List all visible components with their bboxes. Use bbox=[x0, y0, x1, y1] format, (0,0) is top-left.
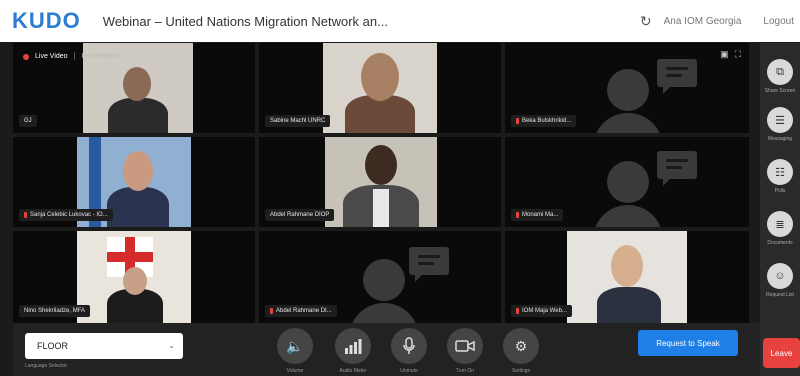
settings-gear-icon: ⚙ bbox=[503, 328, 539, 364]
user-name: Ana IOM Georgia bbox=[663, 15, 742, 27]
participant-name: GJ bbox=[24, 118, 32, 124]
chevron-down-icon: ⌄ bbox=[168, 341, 175, 350]
language-select[interactable]: FLOOR ⌄ bbox=[25, 333, 183, 359]
leave-button[interactable]: Leave bbox=[763, 338, 800, 368]
fullscreen-icon[interactable]: ⛶ bbox=[735, 49, 741, 60]
messaging-label: Messaging bbox=[767, 136, 793, 142]
video-grid: Live Video | Presentation GJ Sabine Mach… bbox=[13, 43, 749, 323]
participant-video bbox=[323, 43, 437, 133]
participant-name-tag: Beka Bulskhrikid... bbox=[511, 115, 577, 127]
video-tile[interactable]: ▣ ⛶ Beka Bulskhrikid... bbox=[505, 43, 749, 133]
participant-name: Monami Ma... bbox=[522, 212, 559, 218]
request-list-icon: ☺ bbox=[767, 263, 793, 289]
live-video-tab[interactable]: Live Video bbox=[35, 53, 68, 60]
participant-name-tag: Abdel Rahmane DIOP bbox=[265, 209, 335, 221]
top-bar: KUDO Webinar – United Nations Migration … bbox=[0, 0, 800, 42]
participant-name: Sanja Celebic Lukovac - IO... bbox=[30, 212, 108, 218]
documents-icon: ≣ bbox=[767, 211, 793, 237]
participant-name: IOM Maja Web... bbox=[522, 308, 567, 314]
participant-video bbox=[567, 231, 687, 323]
participant-name: Abdel Rahmane DIOP bbox=[270, 212, 330, 218]
camera-button[interactable]: Turn On bbox=[447, 328, 483, 374]
participant-name-tag: Abdel Rahmane DI... bbox=[265, 305, 337, 317]
audio-meter-button[interactable]: Audio Meter bbox=[335, 328, 371, 374]
mic-muted-icon bbox=[516, 118, 519, 124]
participant-name-tag: Nino Shekriladze, MFA bbox=[19, 305, 91, 317]
volume-icon: 🔈 bbox=[277, 328, 313, 364]
tab-separator: | bbox=[73, 53, 76, 60]
meeting-title: Webinar – United Nations Migration Netwo… bbox=[102, 13, 388, 29]
stage-mode-switch: Live Video | Presentation bbox=[23, 53, 121, 60]
messaging-icon: ☰ bbox=[767, 107, 793, 133]
audio-meter-label: Audio Meter bbox=[339, 368, 367, 374]
kudo-logo: KUDO bbox=[12, 8, 81, 34]
chat-bubble-icon bbox=[657, 59, 697, 94]
polls-icon: ☷ bbox=[767, 159, 793, 185]
bottom-control-bar: FLOOR ⌄ Language Selector 🔈 Volume Audio… bbox=[13, 323, 760, 376]
documents-button[interactable]: ≣ Documents bbox=[760, 211, 800, 246]
participant-name-tag: IOM Maja Web... bbox=[511, 305, 572, 317]
live-indicator-icon bbox=[23, 53, 29, 60]
documents-label: Documents bbox=[767, 240, 793, 246]
polls-label: Polls bbox=[774, 188, 786, 194]
audio-meter-icon bbox=[335, 328, 371, 364]
video-tile[interactable]: Sanja Celebic Lukovac - IO... bbox=[13, 137, 255, 227]
request-list-label: Request List bbox=[766, 292, 794, 298]
language-selector-label: Language Selector bbox=[25, 363, 67, 369]
video-tile[interactable]: IOM Maja Web... bbox=[505, 231, 749, 323]
polls-button[interactable]: ☷ Polls bbox=[760, 159, 800, 194]
mic-muted-icon bbox=[516, 212, 519, 218]
messaging-button[interactable]: ☰ Messaging bbox=[760, 107, 800, 142]
logout-link[interactable]: Logout bbox=[763, 16, 794, 27]
logo-text: KUDO bbox=[12, 8, 81, 33]
tile-controls: ▣ ⛶ bbox=[720, 49, 741, 60]
chat-bubble-icon bbox=[657, 151, 697, 186]
video-tile[interactable]: Abdel Rahmane DIOP bbox=[259, 137, 501, 227]
video-tile[interactable]: Live Video | Presentation GJ bbox=[13, 43, 255, 133]
language-select-value: FLOOR bbox=[37, 341, 69, 351]
unmute-button[interactable]: Unmute bbox=[391, 328, 427, 374]
camera-label: Turn On bbox=[455, 368, 475, 374]
mic-muted-icon bbox=[24, 212, 27, 218]
participant-name-tag: Sanja Celebic Lukovac - IO... bbox=[19, 209, 113, 221]
participant-video bbox=[325, 137, 437, 227]
share-screen-label: Share Screen bbox=[764, 88, 796, 94]
mic-muted-icon bbox=[270, 308, 273, 314]
camera-icon bbox=[447, 328, 483, 364]
participant-name-tag: Sabine Machl UNRC bbox=[265, 115, 331, 127]
participant-name-tag: Monami Ma... bbox=[511, 209, 564, 221]
settings-label: Settings bbox=[511, 368, 531, 374]
participant-name: Nino Shekriladze, MFA bbox=[24, 308, 86, 314]
share-screen-button[interactable]: ⧉ Share Screen bbox=[760, 59, 800, 94]
request-list-button[interactable]: ☺ Request List bbox=[760, 263, 800, 298]
video-tile[interactable]: Abdel Rahmane DI... bbox=[259, 231, 501, 323]
video-tile[interactable]: Nino Shekriladze, MFA bbox=[13, 231, 255, 323]
participant-video bbox=[77, 231, 191, 323]
mic-muted-icon bbox=[516, 308, 519, 314]
kudo-webinar-window: KUDO Webinar – United Nations Migration … bbox=[0, 0, 800, 376]
participant-name: Sabine Machl UNRC bbox=[270, 118, 326, 124]
video-tile[interactable]: Sabine Machl UNRC bbox=[259, 43, 501, 133]
participant-name: Abdel Rahmane DI... bbox=[276, 308, 332, 314]
minimize-icon[interactable]: ▣ bbox=[720, 49, 729, 60]
unmute-label: Unmute bbox=[400, 368, 418, 374]
microphone-icon bbox=[391, 328, 427, 364]
settings-button[interactable]: ⚙ Settings bbox=[503, 328, 539, 374]
volume-label: Volume bbox=[286, 368, 304, 374]
right-sidebar: ⧉ Share Screen ☰ Messaging ☷ Polls ≣ Doc… bbox=[760, 43, 800, 376]
participant-name: Beka Bulskhrikid... bbox=[522, 118, 572, 124]
volume-button[interactable]: 🔈 Volume bbox=[277, 328, 313, 374]
refresh-icon[interactable]: ↻ bbox=[640, 13, 652, 30]
video-tile[interactable]: Monami Ma... bbox=[505, 137, 749, 227]
chat-bubble-icon bbox=[409, 247, 449, 282]
presentation-tab[interactable]: Presentation bbox=[81, 53, 120, 60]
share-screen-icon: ⧉ bbox=[767, 59, 793, 85]
participant-name-tag: GJ bbox=[19, 115, 37, 127]
request-to-speak-button[interactable]: Request to Speak bbox=[638, 330, 738, 356]
